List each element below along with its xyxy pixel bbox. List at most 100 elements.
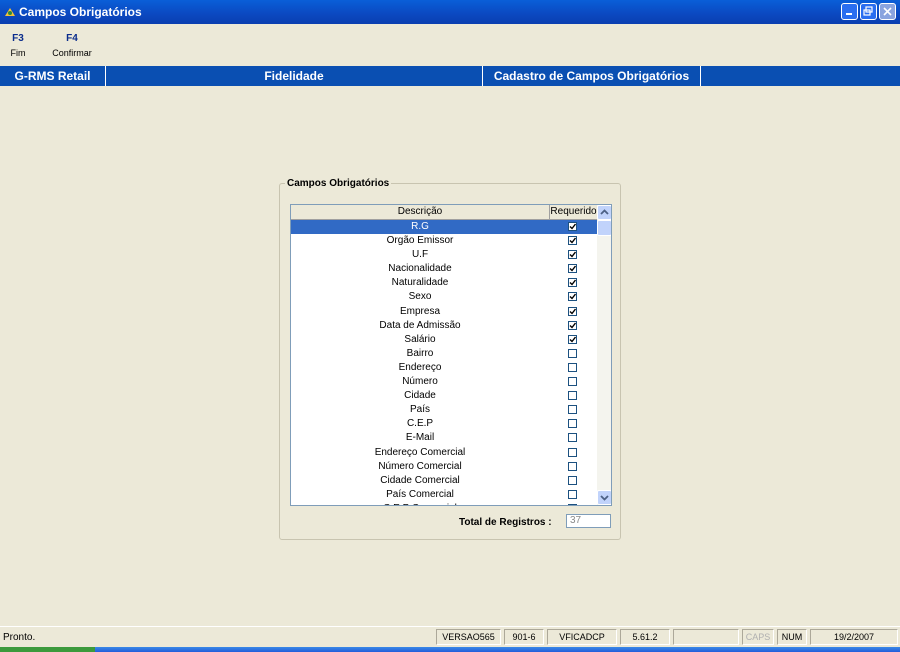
row-descricao: Nacionalidade xyxy=(388,263,452,275)
row-descricao: Endereço xyxy=(398,361,442,373)
app-icon xyxy=(4,6,16,18)
requerido-checkbox[interactable] xyxy=(568,306,577,316)
table-row[interactable]: Sexo xyxy=(291,290,597,304)
table-row[interactable]: Orgão Emissor xyxy=(291,234,597,248)
row-descricao: Bairro xyxy=(406,347,434,359)
minimize-button[interactable] xyxy=(841,3,858,20)
table-row[interactable]: Número xyxy=(291,375,597,389)
table-row[interactable]: País Comercial xyxy=(291,488,597,502)
check-icon xyxy=(569,294,576,301)
scroll-thumb[interactable] xyxy=(597,220,611,236)
row-descricao: Orgão Emissor xyxy=(386,235,454,247)
row-descricao: País xyxy=(409,404,430,416)
requerido-checkbox[interactable] xyxy=(568,236,577,246)
status-panel-code: 901-6 xyxy=(504,629,544,645)
scroll-up-button[interactable] xyxy=(597,205,611,220)
row-descricao: Naturalidade xyxy=(391,277,449,289)
status-panel-build: 5.61.2 xyxy=(620,629,670,645)
table-row[interactable]: Bairro xyxy=(291,347,597,361)
status-panel-date: 19/2/2007 xyxy=(810,629,898,645)
table-row[interactable]: Nacionalidade xyxy=(291,262,597,276)
close-button[interactable] xyxy=(879,3,896,20)
fkey-f4: F4 xyxy=(66,33,78,44)
status-text: Pronto. xyxy=(3,632,36,643)
requerido-checkbox[interactable] xyxy=(568,377,577,387)
table-row[interactable]: Data de Admissão xyxy=(291,319,597,333)
column-header-descricao[interactable]: Descrição xyxy=(291,205,550,219)
chevron-down-icon xyxy=(600,495,609,501)
function-key-toolbar: F3 Fim F4 Confirmar xyxy=(0,24,900,64)
status-bar: Pronto. VERSAO565 901-6 VFICADCP 5.61.2 … xyxy=(0,626,900,647)
breadcrumb-screen: Cadastro de Campos Obrigatórios xyxy=(483,66,701,86)
requerido-checkbox[interactable] xyxy=(568,433,577,443)
campos-grid[interactable]: Descrição Requerido R.G Orgão Emissor U.F N… xyxy=(290,204,612,506)
grid-header: Descrição Requerido xyxy=(291,205,597,220)
requerido-checkbox[interactable] xyxy=(568,264,577,274)
table-row[interactable]: Cidade Comercial xyxy=(291,474,597,488)
check-icon xyxy=(569,237,576,244)
requerido-checkbox[interactable] xyxy=(568,278,577,288)
requerido-checkbox[interactable] xyxy=(568,320,577,330)
table-row[interactable]: Naturalidade xyxy=(291,276,597,290)
table-row[interactable]: C.E.P Comercial xyxy=(291,502,597,505)
status-panel-program: VFICADCP xyxy=(547,629,617,645)
requerido-checkbox[interactable] xyxy=(568,362,577,372)
check-icon xyxy=(569,223,576,230)
requerido-checkbox[interactable] xyxy=(568,447,577,457)
status-panel-empty xyxy=(673,629,739,645)
fkey-f4-label: Confirmar xyxy=(52,48,92,58)
requerido-checkbox[interactable] xyxy=(568,461,577,471)
table-row[interactable]: Cidade xyxy=(291,389,597,403)
requerido-checkbox[interactable] xyxy=(568,503,577,505)
table-row[interactable]: E-Mail xyxy=(291,431,597,445)
row-descricao: Endereço Comercial xyxy=(374,446,466,458)
table-row[interactable]: País xyxy=(291,403,597,417)
requerido-checkbox[interactable] xyxy=(568,489,577,499)
restore-icon xyxy=(863,6,873,16)
start-button[interactable] xyxy=(0,647,95,652)
restore-button[interactable] xyxy=(860,3,877,20)
row-descricao: C.E.P xyxy=(406,418,434,430)
status-panel-num: NUM xyxy=(777,629,807,645)
table-row[interactable]: Empresa xyxy=(291,305,597,319)
fim-button[interactable]: F3 Fim xyxy=(8,33,28,58)
breadcrumb: G-RMS Retail Fidelidade Cadastro de Camp… xyxy=(0,66,900,86)
check-icon xyxy=(569,336,576,343)
check-icon xyxy=(569,279,576,286)
row-descricao: R.G xyxy=(411,221,429,232)
table-row[interactable]: R.G xyxy=(291,220,597,235)
requerido-checkbox[interactable] xyxy=(568,222,577,231)
table-row[interactable]: Endereço xyxy=(291,361,597,375)
confirmar-button[interactable]: F4 Confirmar xyxy=(50,33,94,58)
row-descricao: Número xyxy=(402,376,438,388)
minimize-icon xyxy=(846,13,852,15)
requerido-checkbox[interactable] xyxy=(568,334,577,344)
table-row[interactable]: C.E.P xyxy=(291,417,597,431)
requerido-checkbox[interactable] xyxy=(568,405,577,415)
requerido-checkbox[interactable] xyxy=(568,292,577,302)
table-row[interactable]: Número Comercial xyxy=(291,460,597,474)
column-header-requerido[interactable]: Requerido xyxy=(550,205,597,219)
row-descricao: Sexo xyxy=(408,291,432,303)
row-descricao: C.E.P Comercial xyxy=(291,502,549,505)
requerido-checkbox[interactable] xyxy=(568,250,577,260)
row-descricao: U.F xyxy=(411,249,429,261)
check-icon xyxy=(569,308,576,315)
check-icon xyxy=(569,251,576,258)
table-row[interactable]: Endereço Comercial xyxy=(291,446,597,460)
requerido-checkbox[interactable] xyxy=(568,419,577,429)
scroll-down-button[interactable] xyxy=(597,490,611,505)
requerido-checkbox[interactable] xyxy=(568,348,577,358)
check-icon xyxy=(569,322,576,329)
table-row[interactable]: Salário xyxy=(291,333,597,347)
table-row[interactable]: U.F xyxy=(291,248,597,262)
total-registros-field: 37 xyxy=(566,514,611,528)
fkey-f3-label: Fim xyxy=(10,48,26,58)
vertical-scrollbar[interactable] xyxy=(597,205,611,505)
close-icon xyxy=(883,7,892,16)
breadcrumb-system: G-RMS Retail xyxy=(0,66,106,86)
status-panel-caps: CAPS xyxy=(742,629,774,645)
requerido-checkbox[interactable] xyxy=(568,475,577,485)
window-title: Campos Obrigatórios xyxy=(19,5,142,19)
requerido-checkbox[interactable] xyxy=(568,391,577,401)
